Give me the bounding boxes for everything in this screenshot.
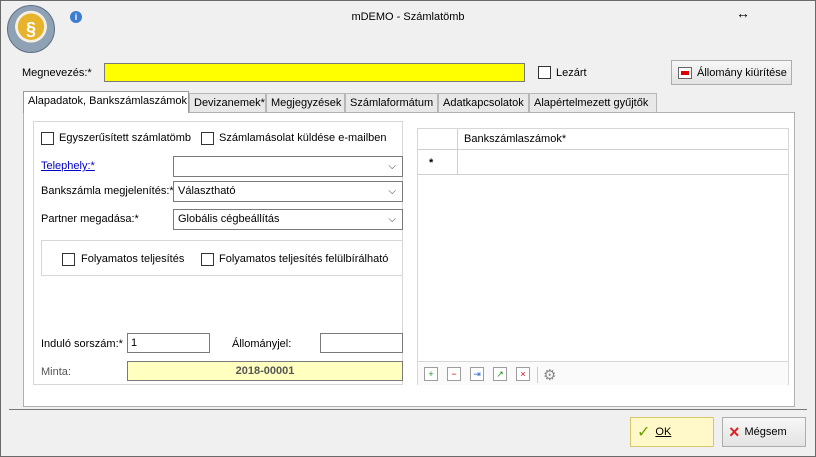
file-mark-input[interactable] (320, 333, 403, 353)
tab-panel: Egyszerűsített számlatömb Számlamásolat … (23, 112, 795, 407)
email-copy-checkbox[interactable] (201, 132, 214, 145)
partner-value: Globális cégbeállítás (178, 213, 280, 225)
add-row-icon[interactable]: + (424, 367, 438, 381)
bank-display-value: Választható (178, 185, 236, 197)
import-icon[interactable]: ⇥ (470, 367, 484, 381)
email-copy-label: Számlamásolat küldése e-mailben (219, 132, 387, 144)
closed-label: Lezárt (556, 67, 587, 79)
continuous-checkbox[interactable] (62, 253, 75, 266)
new-row-marker: * (429, 157, 434, 169)
cancel-label: Mégsem (744, 426, 787, 438)
continuous-override-checkbox[interactable] (201, 253, 214, 266)
tab-currencies[interactable]: Devizanemek* (189, 93, 266, 113)
tab-data-connections[interactable]: Adatkapcsolatok (438, 93, 529, 113)
tab-basic-data[interactable]: Alapadatok, Bankszámlaszámok (23, 91, 189, 113)
export-icon[interactable]: ↗ (493, 367, 507, 381)
simple-invoice-checkbox[interactable] (41, 132, 54, 145)
site-link[interactable]: Telephely:* (41, 160, 95, 172)
start-serial-label: Induló sorszám:* (41, 338, 123, 350)
partner-select[interactable]: Globális cégbeállítás ⌵ (173, 209, 403, 230)
continuous-override-label: Folyamatos teljesítés felülbírálható (219, 253, 389, 265)
start-serial-input[interactable]: 1 (127, 333, 210, 353)
tab-default-collectors[interactable]: Alapértelmezett gyűjtők (529, 93, 657, 113)
app-logo: § (7, 5, 55, 53)
bank-display-label: Bankszámla megjelenítés:* (41, 185, 174, 197)
sample-display: 2018-00001 (127, 361, 403, 381)
new-row[interactable] (418, 150, 788, 175)
cancel-icon: × (729, 421, 740, 442)
clear-file-icon (678, 66, 692, 79)
title-bar: § i mDEMO - Számlatömb ↔ (1, 1, 815, 53)
chevron-down-icon: ⌵ (388, 186, 396, 197)
clear-file-button[interactable]: Állomány kiürítése (671, 60, 792, 85)
continuous-label: Folyamatos teljesítés (81, 253, 185, 265)
remove-all-icon[interactable]: × (516, 367, 530, 381)
dialog-window: § i mDEMO - Számlatömb ↔ Megnevezés:* Le… (0, 0, 816, 457)
closed-checkbox[interactable] (538, 66, 551, 79)
toolbar-divider (537, 367, 538, 383)
tab-invoice-format[interactable]: Számlaformátum (345, 93, 438, 113)
bank-display-select[interactable]: Választható ⌵ (173, 181, 403, 202)
chevron-down-icon: ⌵ (388, 161, 396, 172)
simple-invoice-label: Egyszerűsített számlatömb (59, 132, 192, 144)
ok-button[interactable]: ✓ OK (630, 417, 714, 447)
bank-accounts-column-header[interactable]: Bankszámlaszámok* (464, 133, 566, 145)
delete-row-icon[interactable]: − (447, 367, 461, 381)
tab-notes[interactable]: Megjegyzések (266, 93, 345, 113)
name-input[interactable] (104, 63, 525, 82)
partner-label: Partner megadása:* (41, 213, 139, 225)
clear-file-label: Állomány kiürítése (697, 66, 787, 79)
settings-icon[interactable]: ⚙ (543, 366, 556, 384)
chevron-down-icon: ⌵ (388, 214, 396, 225)
window-title: mDEMO - Számlatömb (351, 11, 465, 23)
check-icon: ✓ (637, 424, 651, 441)
resize-icon[interactable]: ↔ (736, 5, 750, 21)
ok-label: OK (655, 426, 672, 438)
sample-label: Minta: (41, 366, 71, 378)
cancel-button[interactable]: × Mégsem (722, 417, 806, 447)
file-mark-label: Állományjel: (232, 338, 292, 350)
site-select[interactable]: ⌵ (173, 156, 403, 177)
footer-separator (9, 409, 807, 410)
name-label: Megnevezés:* (22, 67, 92, 79)
